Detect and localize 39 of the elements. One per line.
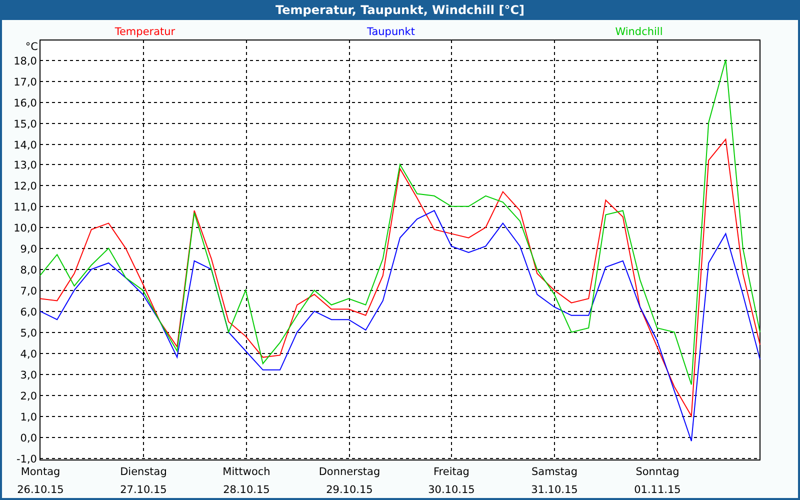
- y-tick-label: 2,0: [20, 390, 37, 402]
- y-tick-label: 13,0: [14, 160, 37, 172]
- day-label: Mittwoch: [222, 466, 270, 478]
- day-label: Freitag: [434, 466, 470, 478]
- date-label: 28.10.15: [223, 484, 270, 496]
- day-label: Sonntag: [636, 466, 680, 478]
- y-axis-unit: °C: [25, 41, 38, 53]
- y-tick-label: 3,0: [20, 370, 37, 382]
- y-tick-label: 9,0: [20, 244, 37, 256]
- date-label: 27.10.15: [120, 484, 167, 496]
- y-tick-label: 6,0: [20, 306, 37, 318]
- y-tick-label: 7,0: [20, 286, 37, 298]
- legend-label: Taupunkt: [367, 26, 415, 38]
- y-tick-label: -1,0: [16, 454, 37, 466]
- legend-label: Temperatur: [114, 26, 176, 38]
- y-tick-label: 1,0: [20, 412, 37, 424]
- y-tick-label: 17,0: [14, 76, 37, 88]
- y-tick-label: 4,0: [20, 348, 37, 360]
- window-title: Temperatur, Taupunkt, Windchill [°C]: [0, 0, 800, 20]
- date-label: 01.11.15: [634, 484, 681, 496]
- y-tick-label: 14,0: [14, 140, 37, 152]
- y-tick-label: 15,0: [14, 118, 37, 130]
- day-label: Dienstag: [120, 466, 167, 478]
- y-tick-label: 10,0: [14, 222, 37, 234]
- date-label: 29.10.15: [326, 484, 373, 496]
- y-tick-label: 16,0: [14, 98, 37, 110]
- legend-label: Windchill: [615, 26, 663, 38]
- y-tick-label: 12,0: [14, 180, 37, 192]
- y-tick-label: 0,0: [20, 432, 37, 444]
- y-tick-label: 11,0: [14, 202, 37, 214]
- date-label: 30.10.15: [428, 484, 475, 496]
- date-label: 31.10.15: [531, 484, 578, 496]
- y-tick-label: 5,0: [20, 328, 37, 340]
- y-tick-label: 18,0: [14, 56, 37, 68]
- day-label: Montag: [20, 466, 60, 478]
- y-tick-label: 8,0: [20, 264, 37, 276]
- day-label: Samstag: [532, 466, 578, 478]
- date-label: 26.10.15: [17, 484, 64, 496]
- day-label: Donnerstag: [318, 466, 380, 478]
